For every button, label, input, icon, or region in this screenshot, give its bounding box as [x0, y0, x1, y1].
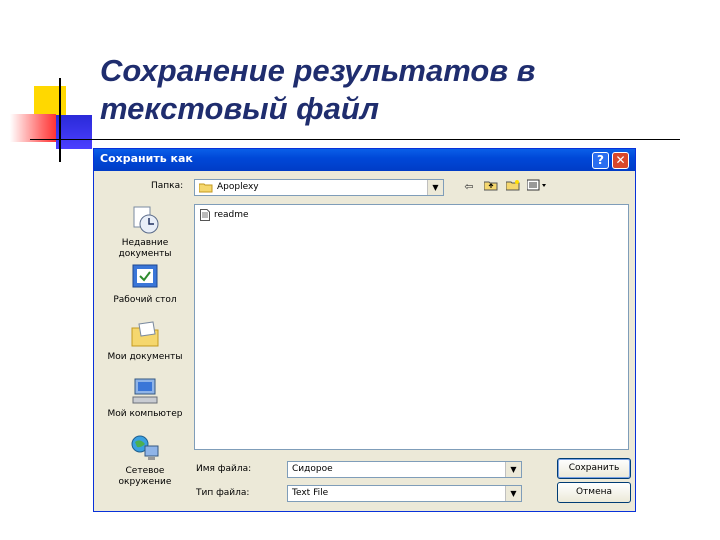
file-list[interactable]: readme: [194, 204, 629, 450]
folder-label: Папка:: [151, 181, 184, 191]
chevron-down-icon[interactable]: ▼: [505, 462, 521, 477]
place-recent-documents[interactable]: Недавние документы: [100, 204, 190, 260]
save-as-dialog: Сохранить как ? ✕ Папка: Apoplexy ▼ ⇦ Не…: [93, 148, 636, 512]
red-square: [10, 114, 56, 142]
filename-value: Сидорое: [292, 464, 333, 474]
places-bar: Недавние документы Рабочий стол Мои доку…: [100, 201, 190, 491]
cancel-button[interactable]: Отмена: [557, 482, 631, 503]
help-button[interactable]: ?: [592, 152, 609, 169]
place-label: Мой компьютер: [107, 409, 183, 419]
slide-title-line-2: текстовый файл: [100, 91, 380, 126]
place-desktop[interactable]: Рабочий стол: [100, 261, 190, 306]
blue-square: [56, 115, 92, 149]
place-label: Сетевое окружение: [118, 466, 172, 487]
list-item[interactable]: readme: [200, 209, 249, 221]
save-button[interactable]: Сохранить: [557, 458, 631, 479]
text-file-icon: [200, 209, 210, 221]
close-button[interactable]: ✕: [612, 152, 629, 169]
dialog-title: Сохранить как: [100, 152, 193, 165]
file-name: readme: [214, 210, 249, 220]
place-label: Рабочий стол: [113, 295, 177, 305]
chevron-down-icon[interactable]: ▼: [427, 180, 443, 195]
filetype-value: Text File: [292, 488, 329, 498]
my-computer-icon: [132, 378, 158, 404]
dialog-titlebar[interactable]: Сохранить как ? ✕: [94, 149, 635, 171]
place-label: Недавние документы: [118, 238, 172, 259]
chevron-down-icon[interactable]: ▼: [505, 486, 521, 501]
filetype-select[interactable]: Text File ▼: [287, 485, 522, 502]
filetype-label: Тип файла:: [196, 488, 250, 498]
view-menu-icon[interactable]: [526, 179, 550, 195]
my-documents-icon: [131, 321, 159, 347]
slide-title-line-1: Сохранение результатов в: [100, 53, 536, 88]
vertical-line: [59, 78, 61, 162]
folder-value: Apoplexy: [217, 182, 259, 192]
network-places-icon: [131, 435, 159, 460]
horizontal-line: [30, 139, 680, 140]
slide-decoration: [0, 0, 680, 170]
place-label: Мои документы: [107, 352, 183, 362]
place-my-computer[interactable]: Мой компьютер: [100, 375, 190, 420]
place-my-documents[interactable]: Мои документы: [100, 318, 190, 363]
filename-input[interactable]: Сидорое ▼: [287, 461, 522, 478]
recent-documents-icon: [133, 206, 159, 234]
folder-dropdown[interactable]: Apoplexy ▼: [194, 179, 444, 196]
filename-label: Имя файла:: [196, 464, 252, 474]
back-icon[interactable]: ⇦: [460, 179, 478, 195]
up-folder-icon[interactable]: [482, 179, 500, 195]
folder-icon: [199, 183, 213, 193]
new-folder-icon[interactable]: [504, 179, 522, 195]
desktop-icon: [132, 264, 158, 288]
place-network[interactable]: Сетевое окружение: [100, 432, 190, 488]
slide-title: Сохранение результатов в текстовый файл: [100, 52, 660, 128]
